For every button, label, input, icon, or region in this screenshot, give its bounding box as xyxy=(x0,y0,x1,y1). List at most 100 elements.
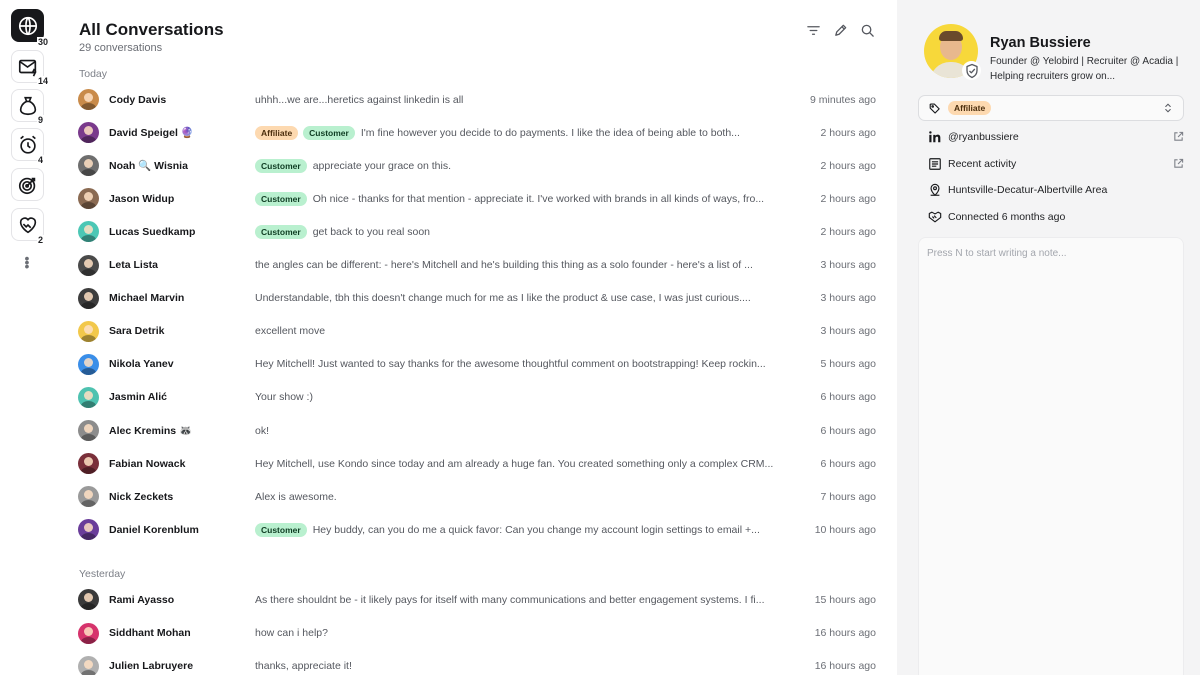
contact-name: Siddhant Mohan xyxy=(109,627,191,639)
compose-button[interactable] xyxy=(833,23,848,38)
message-preview: Understandable, tbh this doesn't change … xyxy=(255,292,775,304)
contact-name: Michael Marvin xyxy=(109,292,185,305)
conversation-row[interactable]: Noah 🔍 Wisnia Customer appreciate your gra… xyxy=(78,149,876,182)
message-preview: As there shouldnt be - it likely pays fo… xyxy=(255,594,775,606)
linkedin-link[interactable]: @ryanbussiere xyxy=(928,129,1184,145)
contact-name: Daniel Korenblum xyxy=(109,523,199,536)
timestamp: 5 hours ago xyxy=(820,358,876,371)
timestamp: 9 minutes ago xyxy=(810,93,876,106)
rail-count: 14 xyxy=(37,76,50,86)
location-label: Huntsville-Decatur-Albertville Area xyxy=(948,184,1108,196)
conversation-row[interactable]: Siddhant Mohan how can i help? 16 hours ag… xyxy=(78,617,876,650)
message-preview: Customer get back to you real soon xyxy=(255,224,775,239)
message-text: the angles can be different: - here's Mi… xyxy=(255,259,753,271)
timestamp: 16 hours ago xyxy=(814,627,876,639)
money-bag-icon xyxy=(19,96,36,115)
conversation-row[interactable]: Rami Ayasso As there shouldnt be - it lik… xyxy=(78,583,876,616)
message-preview: excellent move xyxy=(255,325,775,337)
contact-name: Alec Kremins 🦝 xyxy=(109,425,193,437)
profile-bio: Founder @ Yelobird | Recruiter @ Acadia … xyxy=(990,56,1179,82)
affiliate-tag: Affiliate xyxy=(255,125,299,140)
timestamp: 2 hours ago xyxy=(820,192,876,205)
verified-shield-icon xyxy=(962,61,981,80)
conversation-row[interactable]: Nikola Yanev Hey Mitchell! Just wanted to… xyxy=(78,348,876,381)
conversation-row[interactable]: Jasmin Alić Your show :) 6 hours ago xyxy=(78,381,876,414)
timestamp: 7 hours ago xyxy=(820,490,876,503)
location-icon xyxy=(930,183,940,197)
search-icon xyxy=(861,24,874,37)
note-editor[interactable]: Press N to start writing a note... xyxy=(918,237,1184,675)
globe-icon xyxy=(18,16,37,35)
heart-handshake-icon xyxy=(19,216,36,233)
customer-tag: Customer xyxy=(303,125,355,140)
message-text: Alex is awesome. xyxy=(255,490,337,503)
message-preview: the angles can be different: - here's Mi… xyxy=(255,259,775,271)
recent-activity-link[interactable]: Recent activity xyxy=(928,156,1184,172)
conversation-row[interactable]: Daniel Korenblum Customer Hey buddy, can y… xyxy=(78,513,876,546)
avatar xyxy=(78,420,99,441)
conversation-row[interactable]: Michael Marvin Understandable, tbh this d… xyxy=(78,282,876,315)
timestamp: 16 hours ago xyxy=(814,660,876,673)
avatar xyxy=(78,287,99,309)
message-text: appreciate your grace on this. xyxy=(312,159,452,172)
message-text: I'm fine however you decide to do paymen… xyxy=(360,126,740,139)
message-preview: thanks, appreciate it! xyxy=(255,660,775,672)
avatar xyxy=(78,622,99,644)
search-button[interactable] xyxy=(860,23,875,38)
chevron-up-down-icon xyxy=(1165,103,1171,113)
message-preview: Alex is awesome. xyxy=(255,491,775,503)
conversation-row[interactable]: Julien Labruyere thanks, appreciate it! 16… xyxy=(78,650,876,675)
avatar xyxy=(78,254,99,276)
profile-name: Ryan Bussiere xyxy=(990,35,1091,51)
avatar xyxy=(78,453,99,475)
contact-name: David Speigel 🔮 xyxy=(109,127,194,140)
conversation-row[interactable]: Alec Kremins 🦝 ok! 6 hours ago xyxy=(78,414,876,447)
label-select[interactable]: Affiliate xyxy=(918,95,1184,121)
conversation-row[interactable]: David Speigel 🔮 Affiliate Customer I'm fine… xyxy=(78,116,876,149)
timestamp: 3 hours ago xyxy=(820,292,876,305)
conversation-row[interactable]: Fabian Nowack Hey Mitchell, use Kondo sin… xyxy=(78,447,876,480)
rail-count: 9 xyxy=(37,115,45,125)
timestamp: 6 hours ago xyxy=(820,391,876,404)
customer-tag: Customer xyxy=(255,191,307,206)
filter-button[interactable] xyxy=(806,23,821,38)
customer-tag: Customer xyxy=(255,158,307,173)
contact-name: Julien Labruyere xyxy=(109,660,194,673)
external-link-icon xyxy=(1174,158,1184,168)
message-preview: ok! xyxy=(255,425,775,437)
conversation-row[interactable]: Sara Detrik excellent move 3 hours ago xyxy=(78,315,876,348)
message-preview: Customer Hey buddy, can you do me a quick… xyxy=(255,522,775,537)
handshake-icon xyxy=(928,211,942,223)
avatar xyxy=(78,221,99,243)
contact-name: Rami Ayasso xyxy=(109,593,175,606)
timestamp: 2 hours ago xyxy=(820,126,876,139)
avatar xyxy=(78,155,99,177)
contact-name: Nikola Yanev xyxy=(109,358,174,371)
group-label: Today xyxy=(79,68,108,80)
contact-name: Leta Lista xyxy=(109,259,159,271)
conversation-row[interactable]: Nick Zeckets Alex is awesome. 7 hours ago xyxy=(78,480,876,513)
contact-name: Fabian Nowack xyxy=(109,457,186,470)
rail-item-goals[interactable] xyxy=(11,168,44,201)
message-preview: Hey Mitchell, use Kondo since today and … xyxy=(255,458,775,470)
timestamp: 15 hours ago xyxy=(814,593,876,606)
contact-name: Sara Detrik xyxy=(109,325,165,338)
message-text: how can i help? xyxy=(255,627,328,639)
contact-name: Jason Widup xyxy=(109,192,175,205)
conversation-row[interactable]: Lucas Suedkamp Customer get back to you re… xyxy=(78,215,876,248)
contact-name: Lucas Suedkamp xyxy=(109,225,196,238)
conversation-row[interactable]: Cody Davis uhhh...we are...heretics again… xyxy=(78,83,876,116)
conversation-row[interactable]: Leta Lista the angles can be different: -… xyxy=(78,249,876,282)
message-preview: Customer Oh nice - thanks for that mentio… xyxy=(255,191,775,206)
more-icon[interactable]: • • • xyxy=(22,251,32,273)
pencil-icon xyxy=(835,24,847,36)
group-label: Yesterday xyxy=(79,568,126,581)
conversation-row[interactable]: Jason Widup Customer Oh nice - thanks for … xyxy=(78,182,876,215)
affiliate-tag: Affiliate xyxy=(948,101,992,115)
message-text: get back to you real soon xyxy=(312,225,431,238)
note-placeholder: Press N to start writing a note... xyxy=(927,248,1067,259)
timestamp: 6 hours ago xyxy=(820,457,876,470)
timestamp: 6 hours ago xyxy=(820,424,876,437)
avatar xyxy=(78,655,99,675)
message-text: Hey buddy, can you do me a quick favor: … xyxy=(312,523,760,536)
